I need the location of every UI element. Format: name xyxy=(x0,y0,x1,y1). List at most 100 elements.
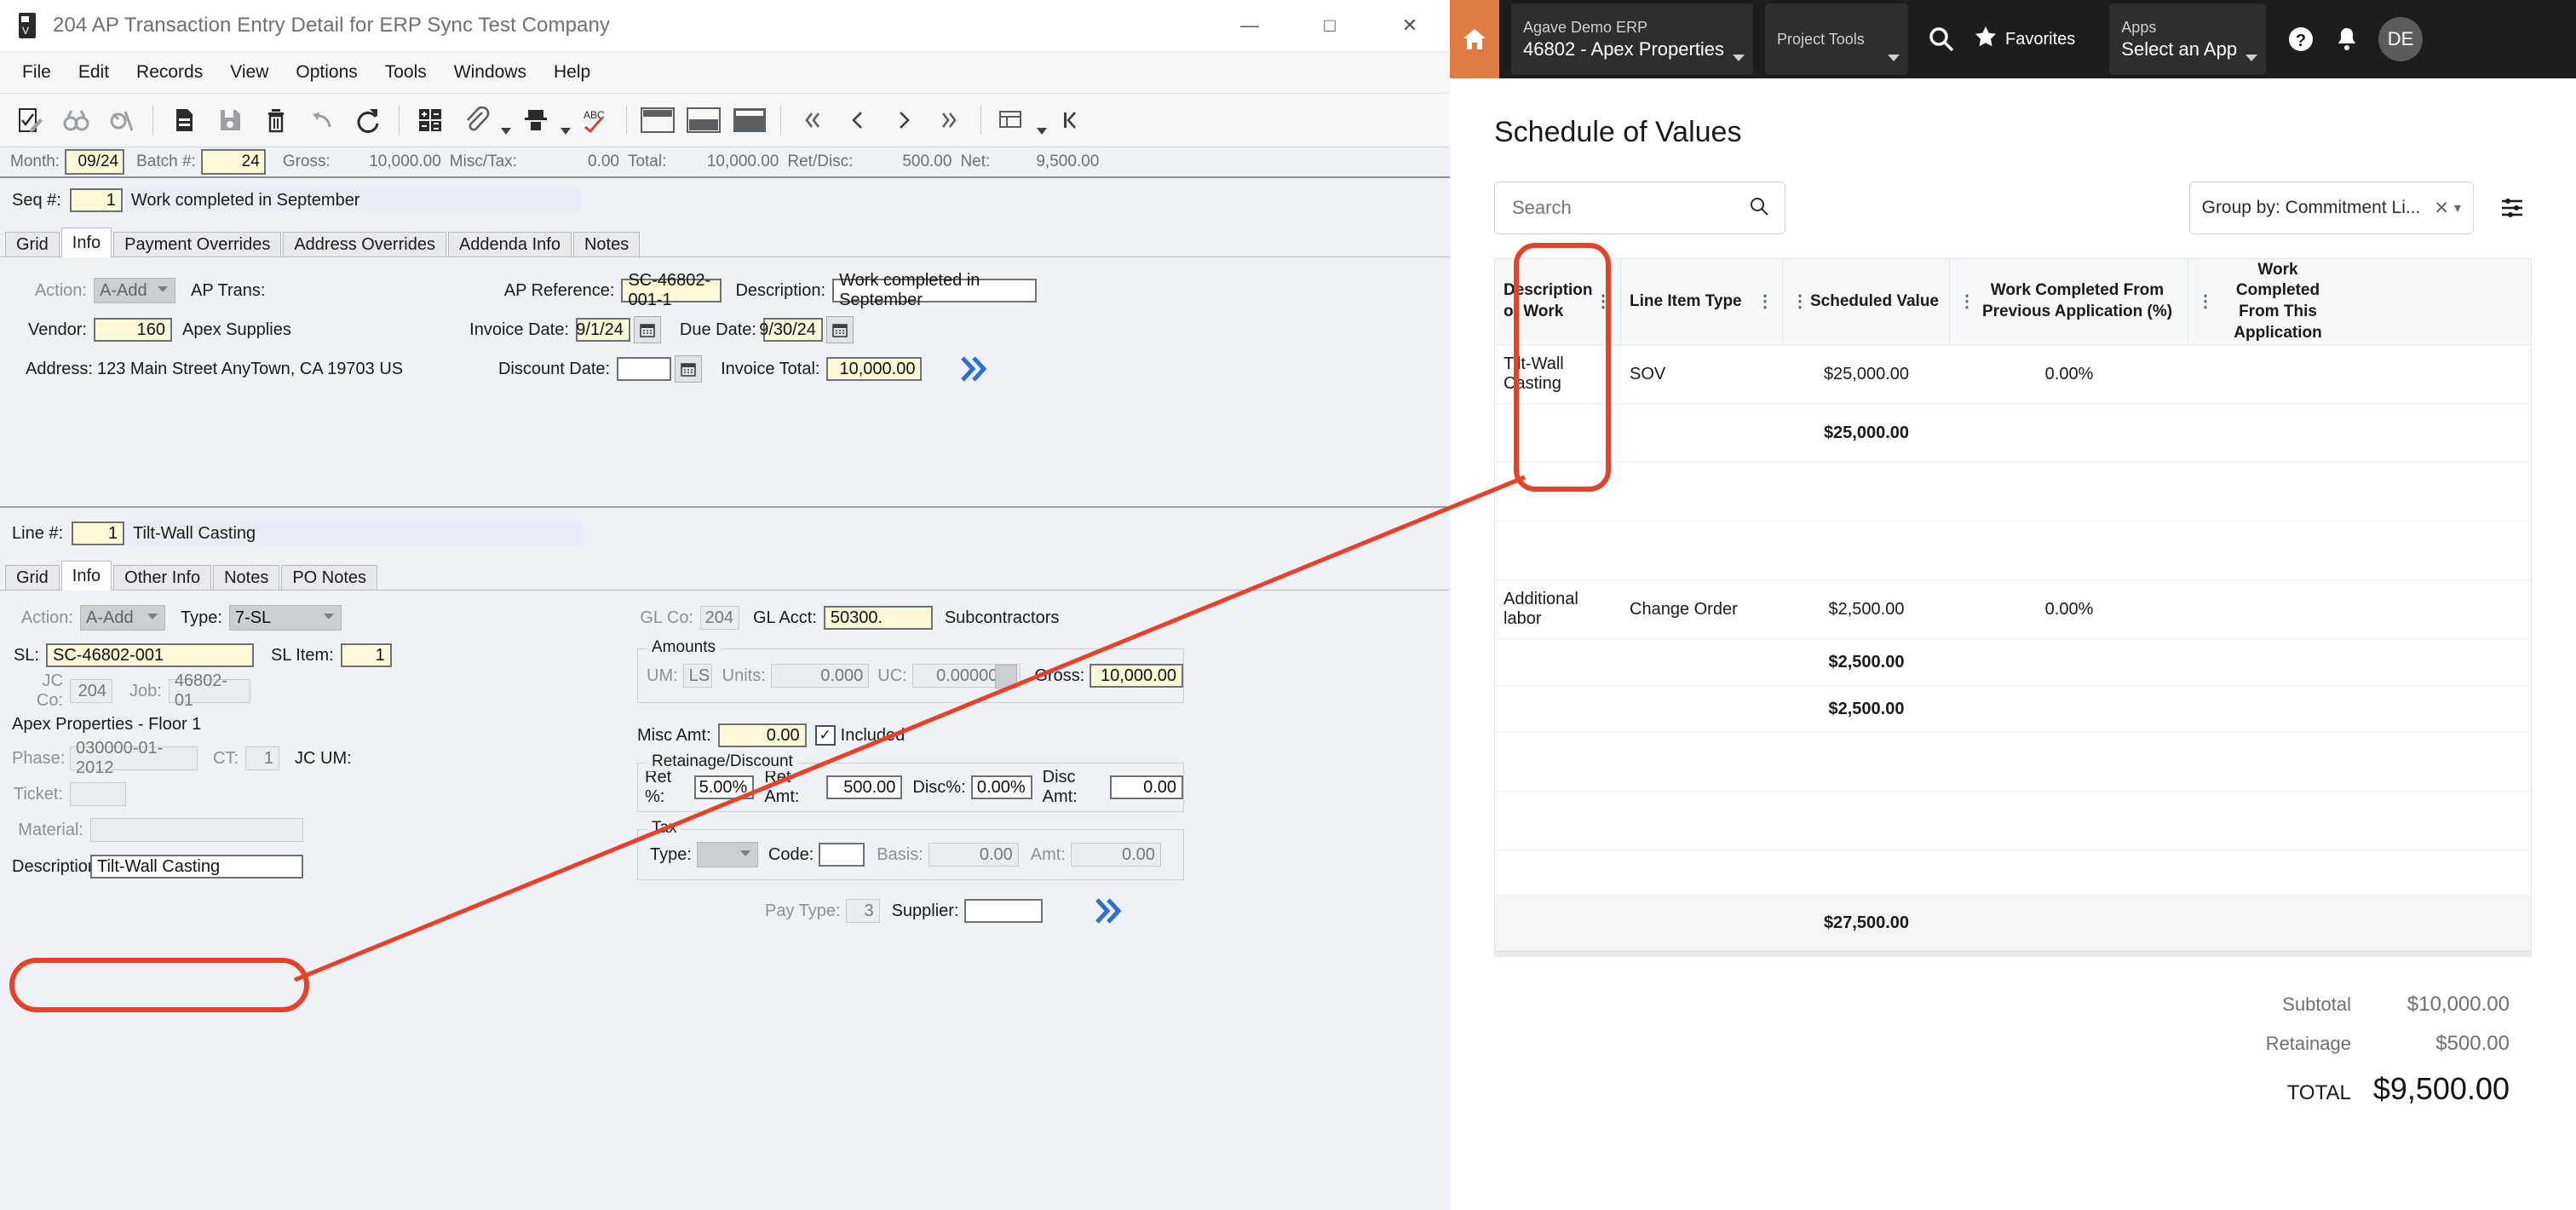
tab-grid[interactable]: Grid xyxy=(5,232,60,256)
print-dropdown-caret[interactable] xyxy=(559,94,572,147)
ap-reference-field[interactable]: SC-46802-001-1 xyxy=(621,271,722,309)
menu-item-file[interactable]: File xyxy=(9,57,65,88)
attachment-icon[interactable] xyxy=(456,100,497,141)
column-header-work-completed-this[interactable]: ⋮ Work Completed From This Application xyxy=(2188,259,2350,344)
line-number-field[interactable]: 1 xyxy=(72,521,125,545)
line-description-field[interactable]: Tilt-Wall Casting xyxy=(90,855,303,879)
save-icon[interactable] xyxy=(210,100,250,141)
project-tools-selector[interactable]: Project Tools xyxy=(1765,3,1909,75)
search-input[interactable] xyxy=(1510,196,1749,220)
dock-left-icon[interactable] xyxy=(1051,100,1092,141)
included-checkbox[interactable]: ✓ xyxy=(814,725,836,746)
disc-amt-field[interactable]: 0.00 xyxy=(1110,775,1183,799)
search-icon[interactable] xyxy=(1922,20,1961,59)
group-by-chip[interactable]: Group by: Commitment Li... ✕ ▾ xyxy=(2188,182,2474,234)
gl-acct-field[interactable]: 50300. xyxy=(823,606,933,630)
window-layout-2-icon[interactable] xyxy=(683,100,724,141)
bell-icon[interactable] xyxy=(2327,20,2366,59)
search-icon[interactable] xyxy=(1749,196,1769,221)
uc-dropdown-caret[interactable] xyxy=(995,665,1018,689)
line-action-select[interactable]: A-Add xyxy=(80,605,165,631)
vendor-field[interactable]: 160 xyxy=(94,318,172,342)
column-header-scheduled-value[interactable]: ⋮ Scheduled Value xyxy=(1783,259,1950,344)
menu-item-edit[interactable]: Edit xyxy=(65,57,123,88)
line-expand-button[interactable] xyxy=(1092,892,1130,930)
line-tab-info[interactable]: Info xyxy=(60,561,112,591)
window-layout-1-icon[interactable] xyxy=(637,100,678,141)
tab-notes[interactable]: Notes xyxy=(572,232,641,256)
tab-addenda-info[interactable]: Addenda Info xyxy=(447,232,572,256)
line-type-select[interactable]: 7-SL xyxy=(228,605,342,631)
edit-record-icon[interactable] xyxy=(9,100,50,141)
last-record-icon[interactable] xyxy=(929,100,970,141)
description-field[interactable]: Work completed in September xyxy=(832,271,1038,309)
window-layout-3-icon[interactable] xyxy=(729,100,770,141)
menu-item-options[interactable]: Options xyxy=(282,57,371,88)
due-date-calendar-icon[interactable] xyxy=(825,316,854,343)
discount-date-calendar-icon[interactable] xyxy=(675,355,703,383)
group-by-clear-icon[interactable]: ✕ xyxy=(2434,198,2449,219)
ret-pct-field[interactable]: 5.00% xyxy=(694,775,755,799)
discount-date-field[interactable] xyxy=(617,357,672,381)
tab-payment-overrides[interactable]: Payment Overrides xyxy=(113,232,282,256)
column-menu-icon[interactable]: ⋮ xyxy=(1791,293,1808,310)
column-header-description-of-work[interactable]: Description of Work ⋮ xyxy=(1495,259,1621,344)
line-tab-other-info[interactable]: Other Info xyxy=(113,565,212,590)
table-row[interactable]: Additional labor Change Order $2,500.00 … xyxy=(1495,580,2531,639)
first-record-icon[interactable] xyxy=(791,100,832,141)
minimize-button[interactable]: — xyxy=(1210,0,1290,51)
month-field[interactable]: 09/24 xyxy=(65,149,125,175)
line-tab-po-notes[interactable]: PO Notes xyxy=(281,565,378,590)
close-button[interactable]: ✕ xyxy=(1370,0,1450,51)
menu-item-help[interactable]: Help xyxy=(540,57,604,88)
seq-number-field[interactable]: 1 xyxy=(69,188,123,212)
table-horizontal-scrollbar[interactable] xyxy=(1495,951,2531,957)
company-project-selector[interactable]: Agave Demo ERP 46802 - Apex Properties xyxy=(1511,3,1754,75)
invoice-date-calendar-icon[interactable] xyxy=(633,316,661,343)
line-tab-notes[interactable]: Notes xyxy=(213,565,280,590)
favorites-button[interactable]: Favorites xyxy=(1975,26,2075,53)
table-settings-icon[interactable] xyxy=(2493,188,2532,228)
apps-selector[interactable]: Apps Select an App xyxy=(2109,3,2267,75)
grid-options-caret[interactable] xyxy=(1035,94,1049,147)
calculator-icon[interactable] xyxy=(410,100,451,141)
tab-info[interactable]: Info xyxy=(60,228,112,257)
header-expand-button[interactable] xyxy=(957,350,995,388)
invoice-total-field[interactable]: 10,000.00 xyxy=(826,357,923,381)
table-row[interactable]: Tilt-Wall Casting SOV $25,000.00 0.00% xyxy=(1495,345,2531,404)
delete-icon[interactable] xyxy=(256,100,296,141)
column-header-line-item-type[interactable]: Line Item Type ⋮ xyxy=(1621,259,1783,344)
sl-field[interactable]: SC-46802-001 xyxy=(46,643,254,667)
menu-item-windows[interactable]: Windows xyxy=(440,57,540,88)
spell-check-icon[interactable]: ABC xyxy=(575,100,616,141)
undo-icon[interactable] xyxy=(302,100,342,141)
action-select[interactable]: A-Add xyxy=(94,278,175,303)
ret-amt-field[interactable]: 500.00 xyxy=(826,775,903,799)
clear-find-icon[interactable] xyxy=(101,100,142,141)
find-icon[interactable] xyxy=(55,100,96,141)
print-icon[interactable] xyxy=(515,100,556,141)
column-menu-icon[interactable]: ⋮ xyxy=(1595,293,1612,310)
line-gross-field[interactable]: 10,000.00 xyxy=(1090,664,1183,688)
column-menu-icon[interactable]: ⋮ xyxy=(2197,293,2214,310)
batch-field[interactable]: 24 xyxy=(200,149,266,175)
line-tab-grid[interactable]: Grid xyxy=(5,565,60,590)
due-date-field[interactable]: 9/30/24 xyxy=(759,318,823,342)
refresh-icon[interactable] xyxy=(348,100,388,141)
tax-code-field[interactable] xyxy=(819,843,865,867)
menu-item-tools[interactable]: Tools xyxy=(371,57,440,88)
tab-address-overrides[interactable]: Address Overrides xyxy=(283,232,446,256)
previous-record-icon[interactable] xyxy=(837,100,878,141)
grid-options-icon[interactable] xyxy=(992,100,1032,141)
search-box[interactable] xyxy=(1494,182,1785,234)
avatar[interactable]: DE xyxy=(2378,17,2424,61)
misc-amt-field[interactable]: 0.00 xyxy=(717,723,807,747)
sl-item-field[interactable]: 1 xyxy=(340,643,392,667)
column-menu-icon[interactable]: ⋮ xyxy=(1958,293,1975,310)
home-icon[interactable] xyxy=(1450,0,1499,78)
column-header-work-completed-previous[interactable]: ⋮ Work Completed From Previous Applicati… xyxy=(1950,259,2188,344)
next-record-icon[interactable] xyxy=(883,100,924,141)
supplier-field[interactable] xyxy=(963,899,1043,923)
disc-pct-field[interactable]: 0.00% xyxy=(970,775,1032,799)
menu-item-records[interactable]: Records xyxy=(123,57,216,88)
